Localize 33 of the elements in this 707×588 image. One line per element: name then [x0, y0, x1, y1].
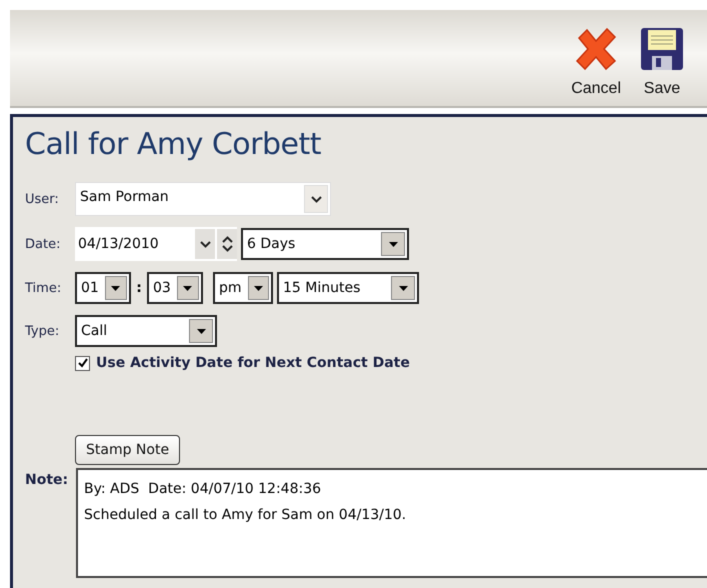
- type-select[interactable]: Call: [75, 315, 217, 347]
- ampm-select[interactable]: pm: [213, 272, 273, 304]
- duration-select[interactable]: 15 Minutes: [277, 272, 419, 304]
- date-field[interactable]: 04/13/2010: [75, 227, 237, 261]
- chevron-down-icon: [200, 240, 210, 248]
- note-label: Note:: [25, 471, 70, 490]
- minute-select[interactable]: 03: [147, 272, 203, 304]
- chevron-up-icon: [222, 236, 232, 243]
- stamp-note-button[interactable]: Stamp Note: [75, 435, 180, 465]
- form-title: Call for Amy Corbett: [25, 127, 322, 162]
- checkbox[interactable]: [75, 356, 90, 370]
- dropdown-arrow-icon: [398, 286, 408, 290]
- chevron-down-icon: [222, 245, 232, 252]
- type-label: Type:: [25, 324, 60, 338]
- period-select[interactable]: 6 Days: [241, 228, 409, 260]
- dropdown-arrow-icon: [196, 328, 206, 334]
- time-separator: :: [135, 280, 143, 296]
- note-field[interactable]: By: ADS Date: 04/07/10 12:48:36 Scheduled a call to Amy for Sam on 04/13/10.: [76, 468, 707, 578]
- save-button[interactable]: Save: [635, 26, 689, 106]
- cancel-button[interactable]: Cancel: [567, 26, 625, 106]
- dropdown-arrow-icon: [183, 286, 192, 290]
- chevron-down-icon: [310, 196, 322, 202]
- checkbox-label: Use Activity Date for Next Contact Date: [96, 355, 410, 371]
- dropdown-arrow-icon: [111, 286, 120, 290]
- user-select[interactable]: Sam Porman: [75, 182, 331, 216]
- date-spinner[interactable]: [217, 229, 237, 259]
- calendar-dropdown-button[interactable]: [195, 229, 215, 259]
- hour-select[interactable]: 01: [75, 272, 131, 304]
- user-label: User:: [25, 192, 60, 206]
- time-label: Time:: [25, 280, 62, 296]
- date-label: Date:: [25, 236, 62, 252]
- dropdown-arrow-icon: [254, 286, 263, 290]
- dropdown-arrow-icon: [388, 242, 398, 246]
